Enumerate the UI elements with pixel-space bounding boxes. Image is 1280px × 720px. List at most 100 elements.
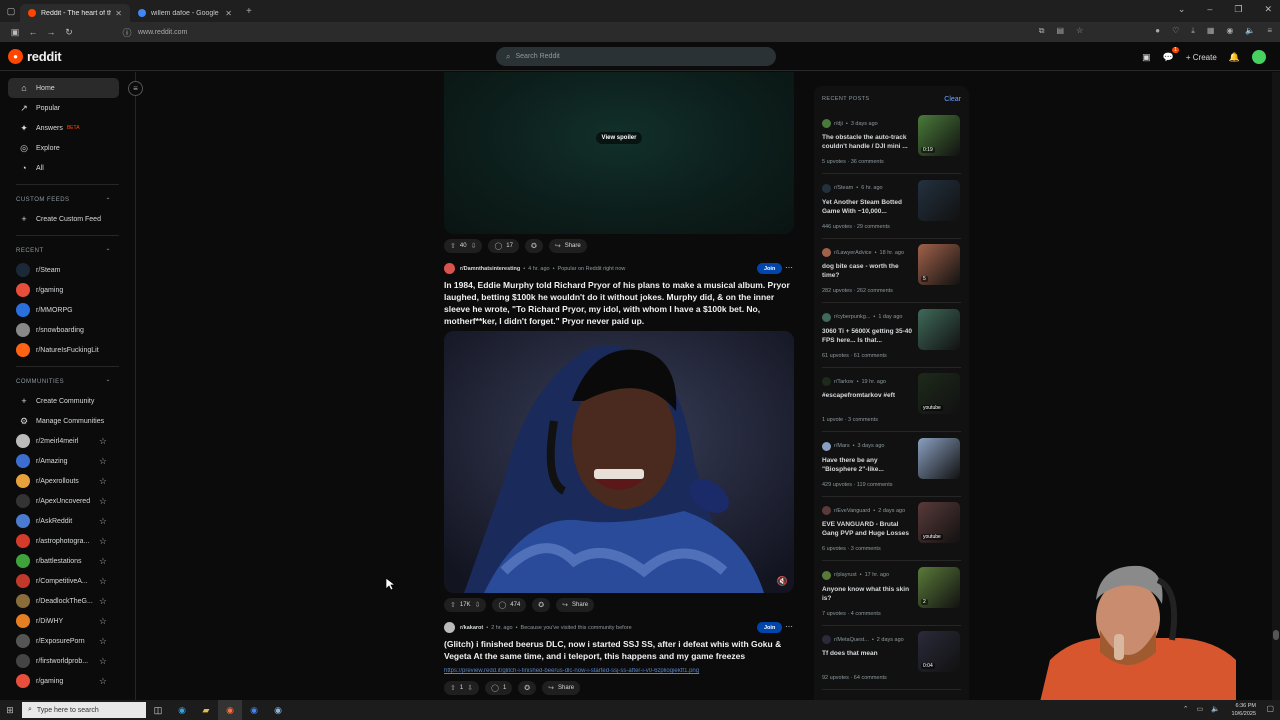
- recent-post-item[interactable]: r/LawyerAdvice • 18 hr. ago dog bite case -…: [814, 244, 969, 312]
- recent-post-thumbnail[interactable]: youtube: [918, 373, 960, 414]
- recent-post-thumbnail[interactable]: youtube: [918, 502, 960, 543]
- favorite-star-icon[interactable]: ☆: [99, 476, 107, 487]
- downvote-icon[interactable]: ⇩: [471, 242, 477, 250]
- favorite-star-icon[interactable]: ☆: [99, 516, 107, 527]
- sidebar-item-home[interactable]: ⌂ Home: [8, 78, 119, 98]
- profile-icon[interactable]: ◉: [1226, 26, 1233, 36]
- join-button[interactable]: Join: [757, 263, 783, 274]
- favorite-star-icon[interactable]: ☆: [99, 436, 107, 447]
- sidebar-community-item[interactable]: r/Amazing ☆: [0, 451, 135, 471]
- collections-icon[interactable]: ▦: [1207, 26, 1215, 36]
- tab-list-icon[interactable]: ⌄: [1178, 4, 1186, 15]
- collapse-sidebar-button[interactable]: ≡: [128, 81, 143, 96]
- edge-icon[interactable]: ◉: [170, 700, 194, 720]
- site-info-icon[interactable]: ⓘ: [118, 26, 136, 39]
- tab-reddit[interactable]: Reddit - The heart of the in ✕: [20, 4, 130, 22]
- manage-communities-button[interactable]: ⚙ Manage Communities: [0, 411, 135, 431]
- subreddit-avatar[interactable]: [444, 263, 455, 274]
- notification-center-icon[interactable]: ▢: [1266, 704, 1274, 713]
- favorite-star-icon[interactable]: ☆: [99, 536, 107, 547]
- extension-icon[interactable]: ●: [1155, 26, 1160, 36]
- post-title[interactable]: In 1984, Eddie Murphy told Richard Pryor…: [444, 279, 794, 327]
- screenshot-icon[interactable]: ⧉: [1039, 26, 1045, 36]
- advertise-icon[interactable]: ▣: [1142, 52, 1151, 63]
- downvote-icon[interactable]: ⇩: [467, 684, 473, 692]
- sidebar-community-item[interactable]: r/gaming ☆: [0, 671, 135, 691]
- spoiler-media[interactable]: View spoiler: [444, 72, 794, 234]
- share-button[interactable]: ↪ Share: [548, 239, 587, 253]
- search-input[interactable]: ⌕ Search Reddit: [496, 47, 776, 66]
- sidebar-item-answers[interactable]: ✦ Answers BETA: [0, 118, 135, 138]
- recent-post-item[interactable]: r/EveVanguard • 2 days ago EVE VANGUARD - B…: [814, 502, 969, 570]
- view-spoiler-button[interactable]: View spoiler: [595, 132, 643, 144]
- communities-header[interactable]: COMMUNITIES ⌃: [0, 373, 135, 391]
- recent-post-item[interactable]: r/Tarkov • 19 hr. ago #escapefromtarkov #ef…: [814, 373, 969, 441]
- chrome-icon[interactable]: ◉: [242, 700, 266, 720]
- recent-post-thumbnail[interactable]: [918, 308, 960, 350]
- subreddit-avatar[interactable]: [444, 622, 455, 633]
- tab-google[interactable]: willem dafoe - Google Search ✕: [130, 4, 240, 22]
- recent-post-thumbnail[interactable]: 0:04: [918, 631, 960, 672]
- sidebar-community-item[interactable]: r/DiWHY ☆: [0, 611, 135, 631]
- taskbar-search-input[interactable]: ⌕ Type here to search: [22, 702, 146, 718]
- upvote-icon[interactable]: ⇧: [450, 684, 456, 692]
- downvote-icon[interactable]: ⇩: [475, 601, 481, 609]
- recent-post-item[interactable]: r/Mars • 3 days ago Have there be any "Bios…: [814, 437, 969, 506]
- favorite-star-icon[interactable]: ☆: [99, 636, 107, 647]
- more-options-icon[interactable]: ⋯: [785, 622, 793, 631]
- custom-feeds-header[interactable]: CUSTOM FEEDS ⌃: [0, 191, 135, 209]
- bookmarks-icon[interactable]: ♡: [1172, 26, 1179, 36]
- recent-post-title[interactable]: dog bite case - worth the time?: [822, 262, 914, 280]
- recent-post-thumbnail[interactable]: 5: [918, 244, 960, 285]
- reload-icon[interactable]: ↻: [60, 27, 78, 38]
- post-link[interactable]: https://preview.redd.it/glitch-i-finishe…: [444, 668, 794, 674]
- recent-post-thumbnail[interactable]: 0:19: [918, 115, 960, 156]
- recent-post-thumbnail[interactable]: [918, 179, 960, 221]
- clear-recent-button[interactable]: Clear: [944, 96, 961, 103]
- sidebar-recent-item[interactable]: r/gaming: [0, 280, 135, 300]
- recent-post-title[interactable]: 3060 Ti + 5600X getting 35-40 FPS here..…: [822, 327, 914, 345]
- favorite-star-icon[interactable]: ☆: [99, 676, 107, 687]
- recent-post-item[interactable]: r/cyberpunkg... • 1 day ago 3060 Ti + 5600X…: [814, 308, 969, 377]
- video-player[interactable]: 🔇: [444, 331, 794, 593]
- recent-post-item[interactable]: r/MetaQuest... • 2 days ago Tf does that me…: [814, 631, 969, 699]
- comments-button[interactable]: ◯ 1: [485, 681, 513, 695]
- volume-icon[interactable]: 🔈: [1245, 26, 1255, 36]
- recent-post-thumbnail[interactable]: [918, 437, 960, 479]
- sidebar-recent-item[interactable]: r/Steam: [0, 260, 135, 280]
- windows-start-icon[interactable]: ⊞: [0, 705, 20, 716]
- recent-post-subreddit[interactable]: r/Tarkov: [834, 379, 854, 385]
- sidebar-item-popular[interactable]: ↗ Popular: [0, 98, 135, 118]
- url-field[interactable]: www.reddit.com: [138, 29, 187, 36]
- network-icon[interactable]: ▭: [1197, 705, 1204, 713]
- subreddit-link[interactable]: r/Damnthatsinteresting: [460, 266, 520, 272]
- sidebar-toggle-icon[interactable]: ▢: [2, 6, 20, 17]
- bookmark-icon[interactable]: ☆: [1076, 26, 1083, 36]
- recent-post-subreddit[interactable]: r/Mars: [834, 443, 850, 449]
- page-scrollbar[interactable]: [1272, 72, 1280, 700]
- recent-post-item[interactable]: r/dji • 3 days ago The obstacle the auto-tr…: [814, 115, 969, 183]
- recent-post-subreddit[interactable]: r/MetaQuest...: [834, 637, 869, 643]
- forward-icon[interactable]: →: [42, 27, 60, 37]
- reader-icon[interactable]: ▤: [1057, 26, 1065, 36]
- favorite-star-icon[interactable]: ☆: [99, 596, 107, 607]
- upvote-icon[interactable]: ⇧: [450, 601, 456, 609]
- share-button[interactable]: ↪ Share: [542, 681, 581, 695]
- new-tab-icon[interactable]: +: [246, 6, 252, 17]
- sidebar-recent-item[interactable]: r/snowboarding: [0, 320, 135, 340]
- recent-post-subreddit[interactable]: r/playrust: [834, 572, 857, 578]
- sidebar-community-item[interactable]: r/Apexrollouts ☆: [0, 471, 135, 491]
- scrollbar-thumb[interactable]: [1273, 630, 1279, 640]
- favorite-star-icon[interactable]: ☆: [99, 576, 107, 587]
- notifications-icon[interactable]: 🔔: [1229, 52, 1240, 63]
- recent-header[interactable]: RECENT ⌃: [0, 242, 135, 260]
- recent-post-subreddit[interactable]: r/Steam: [834, 185, 853, 191]
- close-tab-icon[interactable]: ✕: [115, 9, 122, 18]
- mute-icon[interactable]: 🔇: [777, 576, 788, 587]
- volume-icon[interactable]: 🔈: [1211, 705, 1220, 713]
- sidebar-community-item[interactable]: r/2meirl4meirl ☆: [0, 431, 135, 451]
- recent-post-thumbnail[interactable]: 2: [918, 566, 960, 608]
- downloads-icon[interactable]: ⤓: [1191, 26, 1195, 36]
- upvote-icon[interactable]: ⇧: [450, 242, 456, 250]
- close-window-icon[interactable]: ✕: [1264, 4, 1272, 15]
